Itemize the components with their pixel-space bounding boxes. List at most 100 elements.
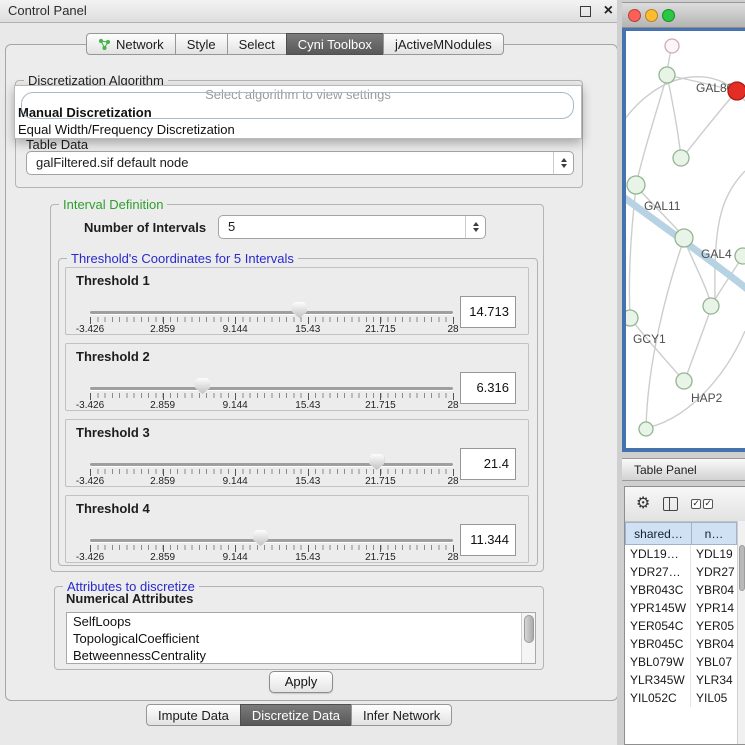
columns-icon[interactable] — [663, 497, 678, 511]
network-node[interactable] — [735, 248, 745, 264]
scrollbar-thumb[interactable] — [739, 545, 745, 591]
column-header-name[interactable]: n… — [691, 522, 737, 545]
network-node[interactable] — [659, 67, 675, 83]
numerical-attributes-list[interactable]: SelfLoops TopologicalCoefficient Between… — [66, 612, 536, 664]
table-data-combobox[interactable]: galFiltered.sif default node — [26, 151, 574, 175]
algorithm-placeholder-item[interactable]: Select algorithm to view settings — [15, 86, 581, 104]
table-cell[interactable]: YBR04 — [691, 581, 737, 599]
gear-icon[interactable]: ⚙ — [636, 496, 650, 512]
table-row[interactable]: YBL079WYBL07 — [625, 653, 737, 671]
number-of-intervals-combobox[interactable]: 5 — [218, 215, 486, 239]
list-scrollbar[interactable] — [521, 613, 535, 663]
minimize-traffic-light-icon[interactable] — [645, 9, 658, 22]
window-titlebar[interactable]: Control Panel × — [0, 0, 622, 23]
network-node[interactable] — [627, 176, 645, 194]
tab-jactivemnodules[interactable]: jActiveMNodules — [383, 33, 504, 55]
table-cell[interactable]: YDL19 — [691, 545, 737, 563]
combobox-value: galFiltered.sif default node — [36, 152, 188, 174]
numerical-attributes-label: Numerical Attributes — [66, 591, 193, 606]
network-node[interactable] — [639, 422, 653, 436]
network-node[interactable] — [675, 229, 693, 247]
combobox-stepper-icon[interactable] — [553, 152, 573, 174]
table-cell[interactable]: YLR34 — [691, 671, 737, 689]
algorithm-option-manual-discretization[interactable]: Manual Discretization — [15, 104, 581, 121]
table-cell[interactable]: YBL079W — [625, 653, 691, 671]
network-window-titlebar[interactable] — [622, 2, 745, 28]
network-node[interactable] — [703, 298, 719, 314]
network-node[interactable] — [673, 150, 689, 166]
tab-network[interactable]: Network — [86, 33, 176, 55]
table-row[interactable]: YBR045CYBR04 — [625, 635, 737, 653]
algorithm-option-equal-width-frequency[interactable]: Equal Width/Frequency Discretization — [15, 121, 581, 138]
table-row[interactable]: YLR345WYLR34 — [625, 671, 737, 689]
threshold-value-field[interactable]: 14.713 — [460, 296, 516, 328]
network-edge[interactable] — [637, 75, 667, 181]
tab-select[interactable]: Select — [227, 33, 287, 55]
list-item[interactable]: TopologicalCoefficient — [67, 630, 535, 647]
network-node[interactable] — [626, 310, 638, 326]
list-item[interactable]: BetweennessCentrality — [67, 647, 535, 664]
table-cell[interactable]: YER05 — [691, 617, 737, 635]
scrollbar-thumb[interactable] — [524, 615, 534, 643]
slider-thumb[interactable] — [253, 530, 268, 546]
table-cell[interactable]: YER054C — [625, 617, 691, 635]
apply-button[interactable]: Apply — [269, 671, 333, 693]
close-traffic-light-icon[interactable] — [628, 9, 641, 22]
threshold-1-slider[interactable]: -3.426 2.859 9.144 15.43 21.715 28 — [90, 298, 453, 334]
table-cell[interactable]: YBR043C — [625, 581, 691, 599]
table-cell[interactable]: YBR045C — [625, 635, 691, 653]
tab-discretize-data[interactable]: Discretize Data — [240, 704, 352, 726]
zoom-traffic-light-icon[interactable] — [662, 9, 675, 22]
network-node[interactable] — [676, 373, 692, 389]
checkbox-icon[interactable] — [703, 499, 713, 509]
list-item[interactable]: SelfLoops — [67, 613, 535, 630]
table-cell[interactable]: YPR14 — [691, 599, 737, 617]
column-header-shared-name[interactable]: shared… — [625, 522, 691, 545]
float-window-icon[interactable] — [580, 6, 591, 17]
combobox-stepper-icon[interactable] — [465, 216, 485, 238]
table-row[interactable]: YDL19…YDL19 — [625, 545, 737, 563]
threshold-value-field[interactable]: 6.316 — [460, 372, 516, 404]
network-edge[interactable] — [631, 319, 683, 380]
slider-thumb[interactable] — [195, 378, 210, 394]
select-columns-icons[interactable] — [691, 499, 713, 509]
checkbox-icon[interactable] — [691, 499, 701, 509]
network-node-label: GAL11 — [644, 199, 681, 213]
network-node[interactable] — [665, 39, 679, 53]
tab-impute-data[interactable]: Impute Data — [146, 704, 241, 726]
table-cell[interactable]: YIL05 — [691, 689, 737, 707]
threshold-value-field[interactable]: 21.4 — [460, 448, 516, 480]
table-cell[interactable]: YLR345W — [625, 671, 691, 689]
table-cell[interactable]: YDR27 — [691, 563, 737, 581]
table-row[interactable]: YBR043CYBR04 — [625, 581, 737, 599]
threshold-3-slider[interactable]: -3.426 2.859 9.144 15.43 21.715 28 — [90, 450, 453, 486]
tab-cyni-toolbox[interactable]: Cyni Toolbox — [286, 33, 384, 55]
table-row[interactable]: YER054CYER05 — [625, 617, 737, 635]
slider-thumb[interactable] — [292, 302, 307, 318]
table-row[interactable]: YPR145WYPR14 — [625, 599, 737, 617]
table-cell[interactable]: YIL052C — [625, 689, 691, 707]
table-panel-window: ⚙ shared… n… YDL19…YDL19YDR27…YDR27YBR04… — [624, 486, 745, 745]
table-cell[interactable]: YBL07 — [691, 653, 737, 671]
network-edge[interactable] — [681, 92, 736, 159]
table-panel-titlebar[interactable]: Table Panel — [622, 458, 745, 481]
tab-infer-network[interactable]: Infer Network — [351, 704, 452, 726]
tab-style[interactable]: Style — [175, 33, 228, 55]
table-scrollbar[interactable] — [737, 521, 745, 744]
threshold-2-slider[interactable]: -3.426 2.859 9.144 15.43 21.715 28 — [90, 374, 453, 410]
table-cell[interactable]: YBR04 — [691, 635, 737, 653]
slider-thumb[interactable] — [369, 454, 384, 470]
table-row[interactable]: YDR27…YDR27 — [625, 563, 737, 581]
close-icon[interactable]: × — [604, 1, 613, 21]
threshold-value-field[interactable]: 11.344 — [460, 524, 516, 556]
table-row[interactable]: YIL052CYIL05 — [625, 689, 737, 707]
threshold-4-slider[interactable]: -3.426 2.859 9.144 15.43 21.715 28 — [90, 526, 453, 562]
table-cell[interactable]: YPR145W — [625, 599, 691, 617]
table-cell[interactable]: YDL19… — [625, 545, 691, 563]
network-graph[interactable]: GAL80GAL11GAL4GCY1HAP2 — [626, 31, 745, 448]
table-cell[interactable]: YDR27… — [625, 563, 691, 581]
network-node[interactable] — [728, 82, 745, 100]
network-edge[interactable] — [685, 308, 711, 380]
network-edge[interactable] — [667, 75, 681, 157]
network-canvas[interactable]: GAL80GAL11GAL4GCY1HAP2 — [626, 31, 745, 448]
